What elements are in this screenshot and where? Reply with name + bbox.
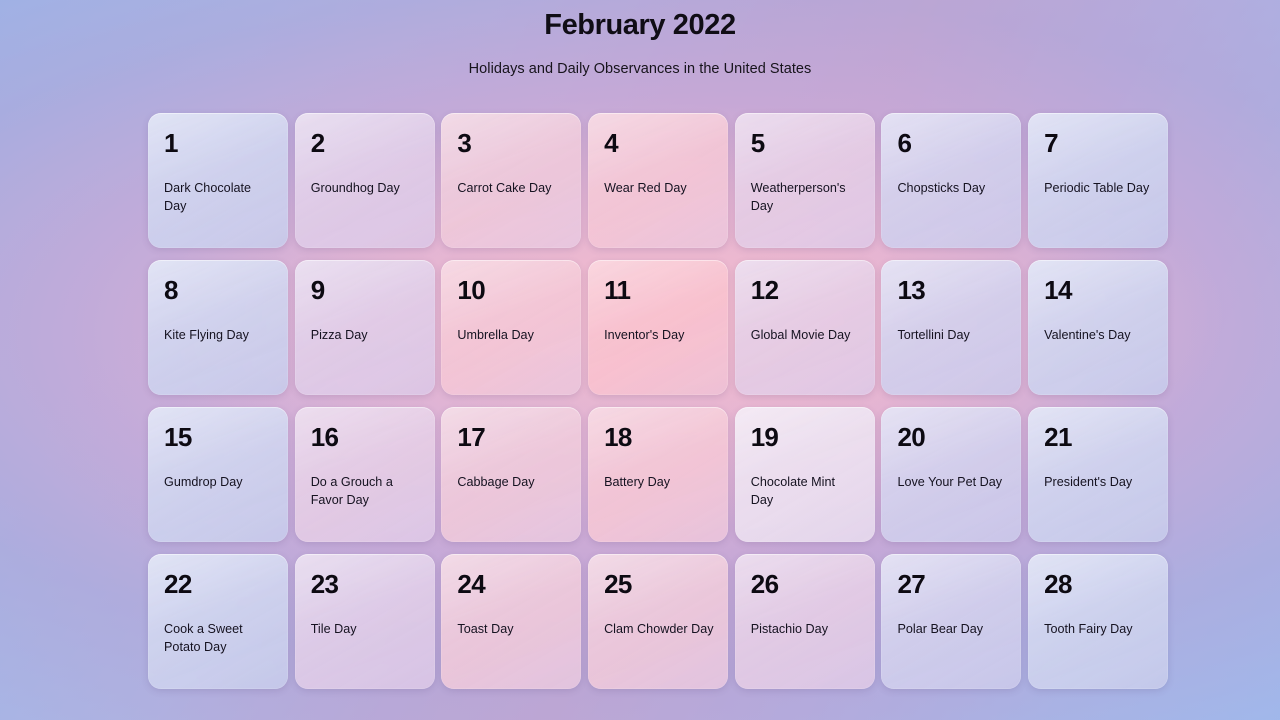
day-number: 4 [604,128,618,158]
day-observance-label: Pizza Day [310,328,368,342]
day-observance-label: Valentine's Day [1044,328,1131,342]
calendar-day-cell[interactable]: 25 Clam Chowder Day [588,554,729,689]
calendar-day-cell[interactable]: 14 Valentine's Day [1028,260,1169,395]
day-observance-label: Chopsticks Day [897,181,986,195]
calendar-day-cell[interactable]: 22 Cook a Sweet Potato Day [148,554,288,689]
day-number: 10 [457,275,486,305]
day-number: 14 [1044,275,1072,305]
day-number: 7 [1044,128,1058,158]
day-observance-label: Toast Day [457,622,514,636]
day-number: 26 [750,569,779,599]
calendar-day-cell[interactable]: 19 Chocolate Mint Day [734,407,875,542]
day-number: 22 [164,569,192,599]
day-observance-label: Love Your Pet Day [897,475,1003,489]
day-observance-label: Dark Chocolate Day [164,181,252,214]
page-title: February 2022 [544,9,736,41]
day-observance-label: Chocolate Mint Day [750,475,836,508]
day-observance-label: Cook a Sweet Potato Day [164,622,243,655]
day-observance-label: Kite Flying Day [164,328,249,342]
calendar-day-cell[interactable]: 2 Groundhog Day [294,113,435,248]
day-number: 19 [750,422,779,452]
day-number: 27 [897,569,926,599]
calendar-day-cell[interactable]: 21 President's Day [1028,407,1169,542]
day-observance-label: Periodic Table Day [1044,181,1150,195]
calendar-header: February 2022 Holidays and Daily Observa… [0,0,1280,77]
day-number: 18 [604,422,632,452]
day-observance-label: Weatherperson's Day [750,181,846,214]
calendar-day-cell[interactable]: 5 Weatherperson's Day [734,113,875,248]
day-number: 12 [750,275,779,305]
calendar-grid: 1 Dark Chocolate Day 2 Groundhog Day 3 Carrot… [148,113,1169,696]
calendar-day-cell[interactable]: 24 Toast Day [441,554,582,689]
day-observance-label: Carrot Cake Day [457,181,552,195]
calendar-day-cell[interactable]: 27 Polar Bear Day [881,554,1022,689]
page-content: February 2022 Holidays and Daily Observa… [0,0,1280,720]
calendar-day-cell[interactable]: 20 Love Your Pet Day [881,407,1022,542]
day-number: 16 [310,422,339,452]
day-number: 11 [604,275,631,305]
page-subtitle: Holidays and Daily Observances in the Un… [468,60,812,77]
calendar-day-cell[interactable]: 4 Wear Red Day [588,113,729,248]
day-observance-label: Battery Day [604,475,671,489]
calendar-day-cell[interactable]: 7 Periodic Table Day [1028,113,1169,248]
day-number: 17 [457,422,486,452]
day-number: 6 [897,128,912,158]
calendar-day-cell[interactable]: 11 Inventor's Day [588,260,729,395]
day-number: 15 [164,422,192,452]
calendar-day-cell[interactable]: 26 Pistachio Day [734,554,875,689]
calendar-day-cell[interactable]: 17 Cabbage Day [441,407,582,542]
calendar-page: February 2022 Holidays and Daily Observa… [0,0,1280,720]
calendar-day-cell[interactable]: 23 Tile Day [294,554,435,689]
day-number: 1 [164,128,178,158]
calendar-day-cell[interactable]: 6 Chopsticks Day [881,113,1022,248]
day-number: 24 [457,569,486,599]
day-observance-label: Umbrella Day [457,328,534,342]
day-observance-label: Pistachio Day [750,622,829,636]
day-observance-label: Tortellini Day [897,328,970,342]
day-observance-label: Global Movie Day [750,328,851,342]
calendar-day-cell[interactable]: 1 Dark Chocolate Day [148,113,288,248]
day-number: 28 [1044,569,1072,599]
day-observance-label: Wear Red Day [604,181,687,195]
day-observance-label: Gumdrop Day [164,475,243,489]
day-number: 20 [897,422,926,452]
calendar-day-cell[interactable]: 28 Tooth Fairy Day [1028,554,1169,689]
day-observance-label: Cabbage Day [457,475,535,489]
day-number: 5 [750,128,765,158]
calendar-day-cell[interactable]: 12 Global Movie Day [734,260,875,395]
calendar-day-cell[interactable]: 15 Gumdrop Day [148,407,288,542]
day-number: 2 [310,128,325,158]
calendar-day-cell[interactable]: 3 Carrot Cake Day [441,113,582,248]
day-observance-label: Polar Bear Day [897,622,984,636]
day-number: 9 [310,275,325,305]
day-observance-label: Do a Grouch a Favor Day [310,475,393,508]
day-number: 3 [457,128,472,158]
calendar-day-cell[interactable]: 18 Battery Day [588,407,729,542]
day-number: 23 [310,569,339,599]
day-number: 13 [897,275,926,305]
day-observance-label: Groundhog Day [310,181,400,195]
day-number: 25 [604,569,632,599]
day-number: 8 [164,275,178,305]
day-observance-label: Tooth Fairy Day [1044,622,1133,636]
calendar-day-cell[interactable]: 9 Pizza Day [294,260,435,395]
day-number: 21 [1044,422,1072,452]
calendar-day-cell[interactable]: 13 Tortellini Day [881,260,1022,395]
day-observance-label: Tile Day [310,622,357,636]
calendar-day-cell[interactable]: 10 Umbrella Day [441,260,582,395]
calendar-day-cell[interactable]: 8 Kite Flying Day [148,260,288,395]
day-observance-label: President's Day [1044,475,1133,489]
day-observance-label: Clam Chowder Day [604,622,714,636]
calendar-day-cell[interactable]: 16 Do a Grouch a Favor Day [294,407,435,542]
day-observance-label: Inventor's Day [604,328,685,342]
